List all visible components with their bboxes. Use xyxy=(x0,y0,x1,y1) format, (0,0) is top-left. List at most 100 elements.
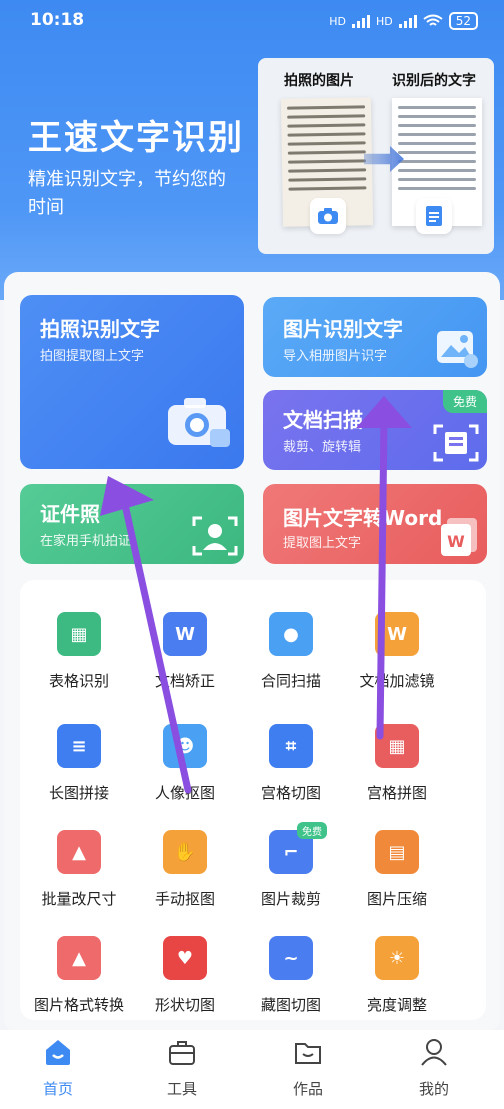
wifi-icon xyxy=(423,14,443,26)
status-indicators: HD HD 52 xyxy=(329,12,478,30)
network-label-2: HD xyxy=(375,14,393,28)
tool-item[interactable]: ▲ 批量改尺寸 xyxy=(24,830,134,909)
word-file-icon: W xyxy=(441,518,477,556)
tool-label: 手动抠图 xyxy=(154,890,215,908)
tool-label: 图片格式转换 xyxy=(33,996,124,1014)
tab-home[interactable]: 首页 xyxy=(18,1038,98,1099)
tab-home-label: 首页 xyxy=(42,1080,73,1098)
id-photo-subtitle: 在家用手机拍证 xyxy=(40,534,132,549)
photo-ocr-card[interactable]: 拍照识别文字 拍图提取图上文字 xyxy=(20,295,244,469)
contract-scan-icon: ● xyxy=(269,612,313,656)
tool-label: 宫格切图 xyxy=(260,784,321,802)
tool-label: 长图拼接 xyxy=(48,784,109,802)
tool-label: 文档矫正 xyxy=(154,672,215,690)
document-scan-subtitle: 裁剪、旋转辑 xyxy=(283,440,362,455)
tab-works[interactable]: 作品 xyxy=(268,1038,348,1099)
tool-item[interactable]: ☀ 亮度调整 xyxy=(342,936,452,1015)
document-correction-icon: W xyxy=(163,612,207,656)
tab-profile-label: 我的 xyxy=(418,1080,449,1098)
table-recognition-icon: ▦ xyxy=(57,612,101,656)
app-title: 王速文字识别 xyxy=(28,118,244,158)
tool-item[interactable]: ♥ 形状切图 xyxy=(130,936,240,1015)
grid-collage-icon: ▦ xyxy=(375,724,419,768)
id-photo-title: 证件照 xyxy=(40,502,100,526)
tool-label: 宫格拼图 xyxy=(366,784,427,802)
photo-ocr-subtitle: 拍图提取图上文字 xyxy=(40,349,145,364)
tool-item[interactable]: ⌐ 免费图片裁剪 xyxy=(236,822,346,909)
portrait-cutout-icon: ☻ xyxy=(163,724,207,768)
long-image-stitch-icon: ≡ xyxy=(57,724,101,768)
batch-resize-icon: ▲ xyxy=(57,830,101,874)
id-photo-card[interactable]: 证件照 在家用手机拍证 xyxy=(20,484,244,564)
tab-tools-label: 工具 xyxy=(166,1080,197,1098)
tool-label: 文档加滤镜 xyxy=(359,672,435,690)
tool-item[interactable]: ⌗ 宫格切图 xyxy=(236,724,346,803)
image-ocr-title: 图片识别文字 xyxy=(283,317,403,341)
format-convert-icon: ▲ xyxy=(57,936,101,980)
image-crop-icon: ⌐ 免费 xyxy=(269,822,327,874)
image-to-word-title: 图片文字转Word xyxy=(283,506,443,530)
folder-icon xyxy=(295,1043,321,1064)
signal-icon xyxy=(351,14,370,28)
grid-cut-icon: ⌗ xyxy=(269,724,313,768)
photo-ocr-title: 拍照识别文字 xyxy=(40,317,160,341)
shape-cut-icon: ♥ xyxy=(163,936,207,980)
hidden-image-cut-icon: ~ xyxy=(269,936,313,980)
profile-icon xyxy=(421,1039,447,1066)
tab-works-label: 作品 xyxy=(292,1080,323,1098)
tool-label: 批量改尺寸 xyxy=(41,890,117,908)
tool-item[interactable]: ~ 藏图切图 xyxy=(236,936,346,1015)
tool-label: 图片裁剪 xyxy=(260,890,321,908)
document-filter-icon: W xyxy=(375,612,419,656)
camera-icon xyxy=(310,198,346,234)
toolbox-icon xyxy=(169,1041,195,1065)
demo-label-photo: 拍照的图片 xyxy=(284,73,354,89)
tool-item[interactable]: ● 合同扫描 xyxy=(236,612,346,691)
tool-label: 人像抠图 xyxy=(154,784,215,802)
app-subtitle: 精准识别文字，节约您的时间 xyxy=(28,169,226,218)
document-scan-card[interactable]: 免费 文档扫描 裁剪、旋转辑 xyxy=(263,390,487,470)
status-bar: 10:18 HD HD 52 xyxy=(0,0,504,44)
ocr-demo-card: 拍照的图片 识别后的文字 xyxy=(258,58,494,254)
free-badge: 免费 xyxy=(297,822,327,839)
tool-label: 形状切图 xyxy=(154,996,215,1014)
battery-indicator: 52 xyxy=(448,12,478,30)
tool-item[interactable]: ✋ 手动抠图 xyxy=(130,830,240,909)
tool-item[interactable]: W 文档加滤镜 xyxy=(342,612,452,691)
camera-icon xyxy=(168,398,230,447)
document-scan-title: 文档扫描 xyxy=(283,408,363,432)
tool-item[interactable]: ☻ 人像抠图 xyxy=(130,724,240,803)
tab-tools[interactable]: 工具 xyxy=(142,1038,222,1099)
document-icon xyxy=(416,198,452,234)
tool-label: 表格识别 xyxy=(48,672,109,690)
home-icon xyxy=(46,1040,70,1065)
image-to-word-card[interactable]: 图片文字转Word 提取图上文字 W xyxy=(263,484,487,564)
free-badge: 免费 xyxy=(442,390,487,413)
manual-cutout-icon: ✋ xyxy=(163,830,207,874)
brightness-icon: ☀ xyxy=(375,936,419,980)
tool-item[interactable]: ▦ 宫格拼图 xyxy=(342,724,452,803)
signal-icon-2 xyxy=(398,14,417,28)
tool-item[interactable]: W 文档矫正 xyxy=(130,612,240,691)
image-icon xyxy=(437,331,478,368)
image-ocr-subtitle: 导入相册图片识字 xyxy=(283,349,388,364)
status-time: 10:18 xyxy=(30,10,85,30)
demo-label-result: 识别后的文字 xyxy=(392,73,476,89)
id-photo-icon xyxy=(192,516,238,556)
image-compress-icon: ▤ xyxy=(375,830,419,874)
tool-item[interactable]: ▤ 图片压缩 xyxy=(342,830,452,909)
tool-label: 合同扫描 xyxy=(260,672,321,690)
tab-profile[interactable]: 我的 xyxy=(394,1038,474,1099)
network-label-1: HD xyxy=(329,14,346,28)
svg-text:W: W xyxy=(447,532,465,551)
scan-frame-icon xyxy=(433,424,479,462)
image-ocr-card[interactable]: 图片识别文字 导入相册图片识字 xyxy=(263,297,487,377)
tool-label: 藏图切图 xyxy=(260,996,321,1014)
tool-item[interactable]: ▲ 图片格式转换 xyxy=(24,936,134,1015)
bottom-tab-bar: 首页 工具 作品 我的 xyxy=(0,1030,504,1109)
tool-item[interactable]: ▦ 表格识别 xyxy=(24,612,134,691)
tool-label: 亮度调整 xyxy=(366,996,427,1014)
tool-label: 图片压缩 xyxy=(366,890,427,908)
image-to-word-subtitle: 提取图上文字 xyxy=(283,536,362,551)
tool-item[interactable]: ≡ 长图拼接 xyxy=(24,724,134,803)
